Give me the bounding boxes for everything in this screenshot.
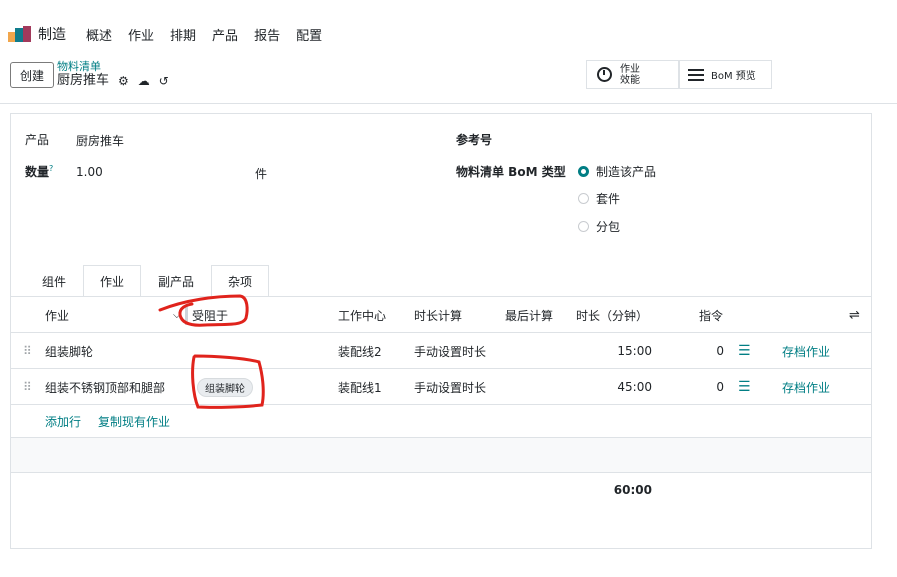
- column-header-instructions[interactable]: 指令: [699, 297, 723, 333]
- drag-handle-icon[interactable]: ⠿: [23, 333, 32, 369]
- bom-type-radio-subcontracting[interactable]: 分包: [578, 218, 620, 235]
- instructions-list-icon[interactable]: ☰: [738, 333, 751, 369]
- efficiency-label: 作业 效能: [620, 63, 640, 86]
- bom-preview-button[interactable]: BoM 预览: [679, 60, 772, 89]
- cell-instructions-count: 0: [716, 344, 724, 358]
- archive-operation-button[interactable]: 存档作业: [782, 333, 830, 369]
- add-line-row: 添加行 复制现有作业: [11, 405, 871, 438]
- blocked-by-tag[interactable]: 组装脚轮: [197, 377, 253, 397]
- product-label: 产品: [25, 133, 50, 147]
- top-edge-decoration: [392, 0, 552, 4]
- menu-item-planning[interactable]: 排期: [170, 25, 196, 44]
- total-duration: 60:00: [613, 482, 652, 497]
- breadcrumb: 物料清单 厨房推车 ⚙ ☁ ↺: [57, 61, 169, 89]
- breadcrumb-parent-link[interactable]: 物料清单: [57, 61, 169, 73]
- quantity-field[interactable]: 1.00: [76, 165, 103, 179]
- tab-operations[interactable]: 作业: [83, 265, 142, 297]
- cell-work-center[interactable]: 装配线2: [338, 333, 382, 369]
- menu-item-overview[interactable]: 概述: [86, 25, 112, 44]
- empty-row: [11, 438, 871, 473]
- bom-type-label: 物料清单 BoM 类型: [456, 165, 566, 179]
- add-line-button[interactable]: 添加行: [45, 405, 81, 438]
- copy-existing-operations-button[interactable]: 复制现有作业: [98, 405, 170, 438]
- notebook-tabs: 组件 作业 副产品 杂项: [25, 265, 270, 297]
- drag-handle-icon[interactable]: ⠿: [23, 369, 32, 405]
- table-row[interactable]: ⠿ 组装不锈钢顶部和腿部 组装脚轮 装配线1 手动设置时长 45:00 0 ☰ …: [11, 369, 871, 405]
- form-sheet: 产品 厨房推车 数量? 1.00 件 参考号 物料清单 BoM 类型 制造该产品…: [10, 113, 872, 549]
- main-menu: 概述 作业 排期 产品 报告 配置: [86, 25, 322, 44]
- tab-miscellaneous[interactable]: 杂项: [211, 265, 270, 296]
- bom-type-radio-manufacture[interactable]: 制造该产品: [578, 163, 656, 180]
- radio-empty-icon: [578, 221, 589, 232]
- cell-blocked-by[interactable]: 组装脚轮: [197, 369, 253, 405]
- menu-item-configuration[interactable]: 配置: [296, 25, 322, 44]
- instructions-list-icon[interactable]: ☰: [738, 369, 751, 405]
- breadcrumb-current: 厨房推车 ⚙ ☁ ↺: [57, 73, 169, 89]
- top-navbar: 制造 概述 作业 排期 产品 报告 配置: [0, 0, 897, 56]
- create-button[interactable]: 创建: [10, 62, 54, 88]
- clock-icon: [597, 67, 612, 82]
- bom-preview-label: BoM 预览: [711, 71, 756, 82]
- cell-duration[interactable]: 45:00: [571, 369, 652, 405]
- optional-columns-settings-icon[interactable]: ⇌: [849, 297, 860, 333]
- column-header-duration-computation[interactable]: 时长计算: [414, 297, 462, 333]
- quantity-label: 数量?: [25, 164, 54, 179]
- menu-item-reporting[interactable]: 报告: [254, 25, 280, 44]
- cell-duration-computation[interactable]: 手动设置时长: [414, 369, 486, 405]
- control-panel: 创建 物料清单 厨房推车 ⚙ ☁ ↺ 作业 效能 BoM 预览: [0, 56, 897, 104]
- column-header-operation[interactable]: 作业: [45, 297, 69, 333]
- total-row: 60:00: [11, 473, 871, 506]
- cell-instructions-count: 0: [716, 380, 724, 394]
- column-header-work-center[interactable]: 工作中心: [338, 297, 386, 333]
- table-row[interactable]: ⠿ 组装脚轮 装配线2 手动设置时长 15:00 0 ☰ 存档作业: [11, 333, 871, 369]
- record-title: 厨房推车: [57, 73, 110, 88]
- column-header-last-computation[interactable]: 最后计算: [505, 297, 553, 333]
- discard-icon[interactable]: ↺: [159, 73, 169, 89]
- product-field[interactable]: 厨房推车: [76, 132, 124, 149]
- app-brand[interactable]: 制造: [8, 24, 66, 44]
- column-resize-handle[interactable]: [185, 305, 188, 325]
- chevron-down-icon[interactable]: ⌵: [173, 297, 181, 333]
- manufacturing-app-icon: [8, 26, 32, 42]
- reference-label: 参考号: [456, 133, 493, 147]
- menu-item-products[interactable]: 产品: [212, 25, 238, 44]
- uom-field[interactable]: 件: [255, 165, 267, 182]
- cloud-upload-icon[interactable]: ☁: [138, 73, 150, 89]
- cell-work-center[interactable]: 装配线1: [338, 369, 382, 405]
- radio-selected-icon: [578, 166, 589, 177]
- cell-duration[interactable]: 15:00: [571, 333, 652, 369]
- radio-empty-icon: [578, 193, 589, 204]
- column-header-blocked-by[interactable]: 受阻于: [192, 297, 228, 333]
- archive-operation-button[interactable]: 存档作业: [782, 369, 830, 405]
- app-name[interactable]: 制造: [38, 24, 66, 44]
- bom-type-radio-kit[interactable]: 套件: [578, 190, 620, 207]
- tab-byproducts[interactable]: 副产品: [141, 265, 211, 296]
- cell-duration-computation[interactable]: 手动设置时长: [414, 333, 486, 369]
- cell-operation[interactable]: 组装脚轮: [45, 333, 93, 369]
- tab-components[interactable]: 组件: [25, 265, 83, 296]
- cell-operation[interactable]: 组装不锈钢顶部和腿部: [45, 369, 165, 405]
- column-header-duration[interactable]: 时长（分钟）: [576, 297, 648, 333]
- gear-icon[interactable]: ⚙: [118, 73, 129, 89]
- list-bars-icon: [688, 68, 704, 81]
- operations-table: 作业 ⌵ 受阻于 工作中心 时长计算 最后计算 时长（分钟） 指令 ⇌ ⠿ 组装…: [11, 297, 871, 506]
- menu-item-operations[interactable]: 作业: [128, 25, 154, 44]
- operations-efficiency-button[interactable]: 作业 效能: [586, 60, 679, 89]
- table-header-row: 作业 ⌵ 受阻于 工作中心 时长计算 最后计算 时长（分钟） 指令 ⇌: [11, 297, 871, 333]
- help-tooltip-icon[interactable]: ?: [49, 164, 53, 173]
